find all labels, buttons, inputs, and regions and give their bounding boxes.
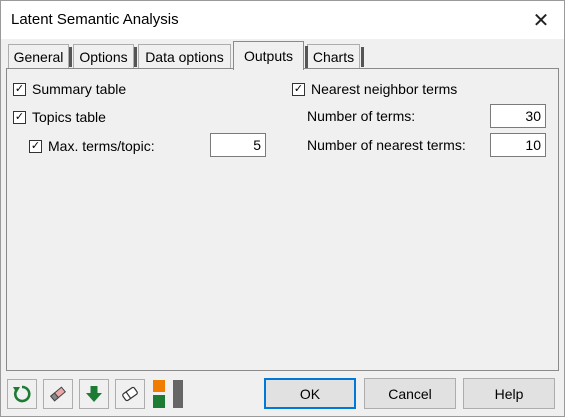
tab-separator [134, 47, 137, 67]
tab-outputs[interactable]: Outputs [233, 41, 308, 70]
tab-data-options-label: Data options [145, 48, 224, 65]
max-terms-checkbox[interactable]: ✓ Max. terms/topic: [29, 138, 155, 154]
tab-options[interactable]: Options [73, 44, 137, 68]
topics-table-label: Topics table [32, 109, 106, 125]
eraser-icon [50, 386, 66, 402]
tab-charts-label: Charts [312, 48, 355, 65]
checkmark-icon: ✓ [13, 110, 26, 124]
help-button[interactable]: Help [463, 378, 555, 409]
number-of-nearest-terms-label: Number of nearest terms: [307, 137, 466, 153]
eraser-button[interactable] [43, 379, 73, 409]
tab-separator [305, 46, 308, 68]
clear-selection-button[interactable] [115, 379, 145, 409]
nearest-neighbor-checkbox[interactable]: ✓ Nearest neighbor terms [292, 81, 457, 97]
reset-icon [13, 385, 31, 403]
tab-general[interactable]: General [8, 44, 72, 68]
checkmark-icon: ✓ [29, 139, 42, 153]
number-of-terms-label: Number of terms: [307, 108, 416, 124]
cancel-button[interactable]: Cancel [364, 378, 456, 409]
checkmark-icon: ✓ [13, 82, 26, 96]
tab-separator [361, 47, 364, 67]
tab-data-options[interactable]: Data options [138, 44, 231, 68]
title-bar: Latent Semantic Analysis ✕ [1, 1, 564, 39]
nearest-neighbor-label: Nearest neighbor terms [311, 81, 458, 97]
layout-toggle-button[interactable] [151, 379, 185, 409]
tab-separator [69, 47, 72, 67]
tab-outputs-label: Outputs [243, 48, 294, 64]
tab-charts[interactable]: Charts [307, 44, 364, 68]
tab-general-label: General [13, 48, 64, 65]
window-title: Latent Semantic Analysis [11, 11, 179, 28]
summary-table-checkbox[interactable]: ✓ Summary table [13, 81, 126, 97]
topics-table-checkbox[interactable]: ✓ Topics table [13, 109, 106, 125]
summary-table-label: Summary table [32, 81, 127, 97]
close-icon: ✕ [532, 9, 550, 32]
reset-button[interactable] [7, 379, 37, 409]
ok-button[interactable]: OK [264, 378, 356, 409]
close-button[interactable]: ✕ [518, 1, 564, 39]
max-terms-input[interactable]: 5 [210, 133, 266, 157]
number-of-terms-input[interactable]: 30 [490, 104, 546, 128]
number-of-nearest-terms-input[interactable]: 10 [490, 133, 546, 157]
download-icon [86, 386, 102, 402]
checkmark-icon: ✓ [292, 82, 305, 96]
download-button[interactable] [79, 379, 109, 409]
dialog-window: Latent Semantic Analysis ✕ General Optio… [0, 0, 565, 417]
tab-options-label: Options [79, 48, 128, 65]
layout-toggle-icon [153, 380, 183, 408]
clear-selection-icon [122, 386, 138, 402]
max-terms-label: Max. terms/topic: [48, 138, 155, 154]
